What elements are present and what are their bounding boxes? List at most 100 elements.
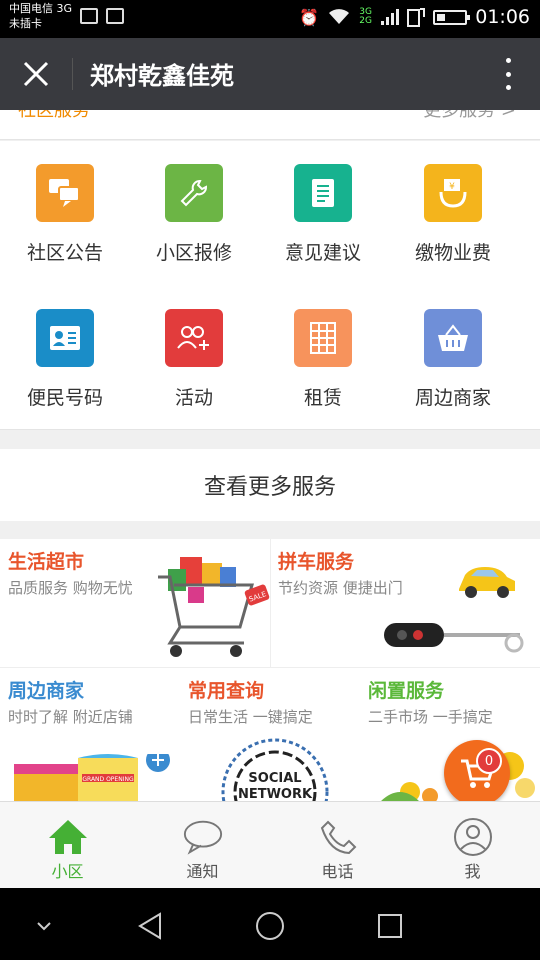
banner-title: 周边商家 xyxy=(8,680,85,702)
service-repair[interactable]: 小区报修 xyxy=(129,164,259,265)
section-title: 社区服务 xyxy=(18,110,90,121)
system-navigation-bar xyxy=(0,888,540,960)
app-bar: 郑村乾鑫佳苑 xyxy=(0,38,540,110)
banner-subtitle: 日常生活 一键搞定 xyxy=(188,708,313,726)
payment-icon: ¥ xyxy=(424,164,482,222)
service-phone-numbers[interactable]: 便民号码 xyxy=(0,309,130,410)
floating-cart-button[interactable]: 0 xyxy=(444,740,510,806)
alarm-icon: ⏰ xyxy=(299,7,320,27)
car-key-icon xyxy=(384,623,524,653)
wifi-icon xyxy=(329,9,350,24)
service-property-fee[interactable]: ¥ 缴物业费 xyxy=(388,164,518,265)
tab-notifications[interactable]: 通知 xyxy=(135,802,270,888)
banner-common-queries[interactable]: 常用查询 日常生活 一键搞定 SOCIAL NETWORK xyxy=(180,668,360,801)
battery-icon xyxy=(433,9,471,25)
service-label: 租赁 xyxy=(303,387,342,409)
service-activities[interactable]: 活动 xyxy=(129,309,259,410)
back-button[interactable] xyxy=(130,906,170,946)
recents-button[interactable] xyxy=(370,906,410,946)
divider xyxy=(0,667,540,668)
page-title: 郑村乾鑫佳苑 xyxy=(90,62,234,90)
grand-opening-sign: GRAND OPENING xyxy=(82,776,134,783)
services-grid: 社区公告 小区报修 意见建议 ¥ 缴物业费 便民号码 活动 租赁 周边商家 xyxy=(0,141,540,430)
svg-text:¥: ¥ xyxy=(449,182,455,192)
contact-card-icon xyxy=(36,309,94,367)
more-services-button[interactable]: 查看更多服务 xyxy=(0,449,540,521)
carrier-info: 中国电信 3G 未插卡 xyxy=(9,1,72,31)
section-header: 社区服务 更多服务 > xyxy=(0,110,540,140)
carrier-name: 中国电信 3G xyxy=(9,2,73,15)
phone-icon xyxy=(317,818,359,856)
image-icon xyxy=(106,8,124,24)
more-dot-icon xyxy=(505,71,511,77)
banner-supermarket[interactable]: 生活超市 品质服务 购物无忧 SALE xyxy=(0,539,270,667)
more-dot-icon xyxy=(505,85,511,90)
sim-status: 未插卡 xyxy=(9,17,42,30)
car-icon xyxy=(459,567,515,598)
home-icon xyxy=(47,818,89,856)
tab-me[interactable]: 我 xyxy=(405,802,540,888)
divider xyxy=(72,58,73,90)
banner-title: 生活超市 xyxy=(8,551,85,573)
chat-icon xyxy=(182,818,224,856)
service-label: 活动 xyxy=(174,387,213,409)
signal-icon xyxy=(381,9,400,25)
more-options-button[interactable] xyxy=(498,54,518,94)
status-bar: 中国电信 3G 未插卡 ⏰ 3G 2G 01:06 xyxy=(0,0,540,38)
circle-home-icon xyxy=(256,912,284,940)
wrench-icon xyxy=(165,164,223,222)
tab-label: 电话 xyxy=(321,862,354,881)
user-icon xyxy=(452,818,494,856)
back-icon xyxy=(138,912,161,940)
shop-basket-icon xyxy=(424,309,482,367)
service-rental[interactable]: 租赁 xyxy=(258,309,388,410)
tab-label: 我 xyxy=(464,862,481,881)
social-network-graphic: SOCIAL NETWORK xyxy=(221,738,329,801)
more-services-link[interactable]: 更多服务 > xyxy=(423,110,516,122)
store-icon: GRAND OPENING xyxy=(14,754,170,801)
chat-bubbles-icon xyxy=(36,164,94,222)
service-suggestions[interactable]: 意见建议 xyxy=(258,164,388,265)
shopping-cart-icon: SALE xyxy=(158,557,270,657)
mail-icon xyxy=(80,8,98,24)
service-label: 便民号码 xyxy=(26,387,103,409)
banner-carpool[interactable]: 拼车服务 节约资源 便捷出门 xyxy=(270,539,540,667)
service-community-notice[interactable]: 社区公告 xyxy=(0,164,130,265)
tab-community[interactable]: 小区 xyxy=(0,802,135,888)
banner-title: 拼车服务 xyxy=(278,551,355,573)
document-icon xyxy=(294,164,352,222)
hide-keyboard-button[interactable] xyxy=(24,906,64,946)
data-transfer-icon xyxy=(407,8,426,27)
service-label: 社区公告 xyxy=(26,242,103,264)
building-icon xyxy=(294,309,352,367)
banner-title: 闲置服务 xyxy=(368,680,445,702)
service-label: 周边商家 xyxy=(414,387,491,409)
banner-nearby-shops[interactable]: 周边商家 时时了解 附近店铺 GRAND OPENING xyxy=(0,668,180,801)
service-nearby-shops[interactable]: 周边商家 xyxy=(388,309,518,410)
close-icon xyxy=(23,61,49,87)
clock: 01:06 xyxy=(475,6,530,28)
banner-subtitle: 品质服务 购物无忧 xyxy=(8,579,133,597)
network-text: NETWORK xyxy=(238,787,313,801)
service-label: 意见建议 xyxy=(284,242,361,264)
banner-subtitle: 二手市场 一手搞定 xyxy=(368,708,493,726)
network-type-badge: 3G 2G xyxy=(359,7,372,26)
square-recents-icon xyxy=(378,914,402,938)
service-label: 小区报修 xyxy=(155,242,232,264)
banner-subtitle: 节约资源 便捷出门 xyxy=(278,579,403,597)
social-text: SOCIAL xyxy=(248,771,301,786)
bottom-tab-bar: 小区 通知 电话 我 xyxy=(0,801,540,888)
tab-phone[interactable]: 电话 xyxy=(270,802,405,888)
tab-label: 通知 xyxy=(186,862,219,881)
chevron-down-icon xyxy=(37,922,51,931)
more-dot-icon xyxy=(505,58,511,63)
banner-subtitle: 时时了解 附近店铺 xyxy=(8,708,133,726)
banner-title: 常用查询 xyxy=(188,680,265,702)
close-button[interactable] xyxy=(14,52,58,96)
divider xyxy=(270,539,271,667)
people-icon xyxy=(165,309,223,367)
home-button[interactable] xyxy=(250,906,290,946)
service-label: 缴物业费 xyxy=(414,242,491,264)
tab-label: 小区 xyxy=(51,862,84,881)
cart-badge: 0 xyxy=(476,748,502,774)
